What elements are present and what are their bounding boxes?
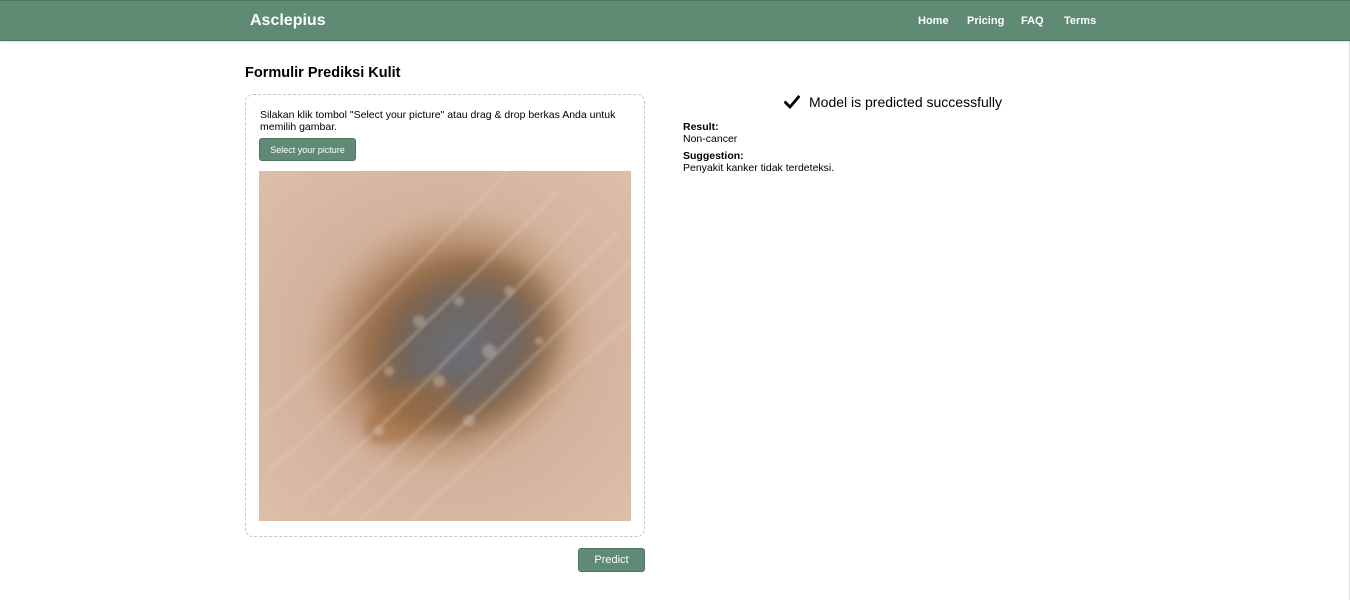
result-label: Result: [683, 121, 719, 133]
suggestion-value: Penyakit kanker tidak terdeteksi. [683, 162, 835, 174]
status-text: Model is predicted successfully [809, 94, 1002, 110]
navbar: Asclepius Home Pricing FAQ Terms [0, 0, 1350, 41]
result-panel: Result: Non-cancer Suggestion: Penyakit … [683, 121, 834, 179]
page-title: Formulir Prediksi Kulit [245, 65, 401, 81]
nav-pricing[interactable]: Pricing [967, 15, 1004, 27]
upload-instructions: Silakan klik tombol "Select your picture… [260, 109, 616, 133]
predict-button[interactable]: Predict [578, 548, 645, 572]
result-value: Non-cancer [683, 133, 738, 145]
nav-terms[interactable]: Terms [1064, 15, 1096, 27]
select-picture-button[interactable]: Select your picture [259, 138, 356, 161]
nav-faq[interactable]: FAQ [1021, 15, 1044, 27]
nav-home[interactable]: Home [918, 15, 949, 27]
upload-dropzone[interactable]: Silakan klik tombol "Select your picture… [245, 94, 645, 537]
skin-lesion-image [259, 171, 631, 521]
brand-logo[interactable]: Asclepius [250, 12, 326, 30]
suggestion-label: Suggestion: [683, 150, 744, 162]
check-icon [784, 95, 800, 109]
image-preview [259, 171, 631, 521]
prediction-status: Model is predicted successfully [784, 94, 1002, 110]
